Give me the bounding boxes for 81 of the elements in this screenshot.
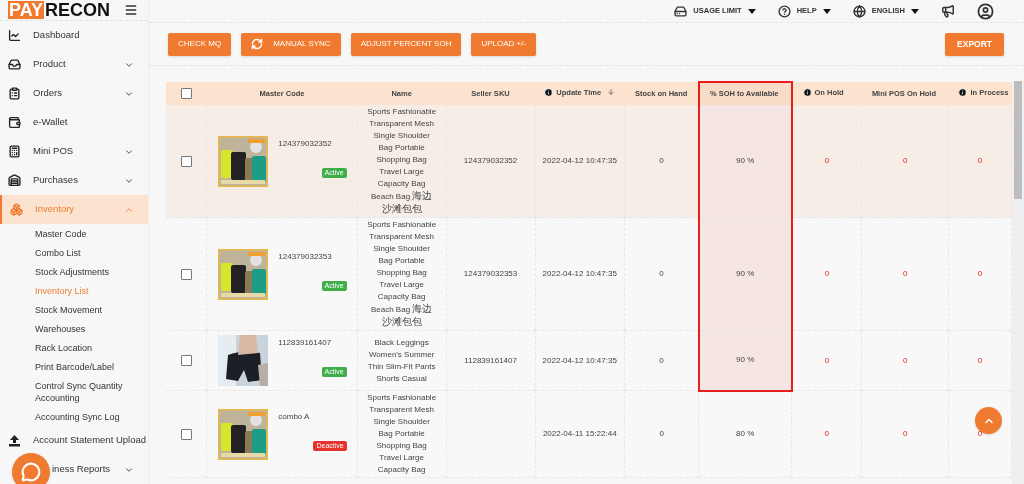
chat-icon	[21, 462, 41, 482]
submenu-item[interactable]: Master Code	[0, 224, 148, 243]
table-cell: 2022-04-12 10:47:35	[542, 156, 617, 165]
submenu-item[interactable]: Rack Location	[0, 338, 148, 357]
caret-icon	[747, 8, 756, 14]
table-cell: Sports Fashionable Transparent Mesh Single Shoulder Bag Portable Shopping Bag Travel Large Capacity Bag Beach Bag 海边沙滩包包	[367, 107, 437, 214]
sidebar-item[interactable]: Purchases	[0, 166, 148, 195]
table-cell: 0	[902, 429, 908, 438]
sidebar-item[interactable]: Product	[0, 50, 148, 79]
user-icon[interactable]	[977, 2, 994, 20]
table-cell: 2022-04-11 15:22:44	[542, 429, 617, 438]
table-cell: 0	[902, 156, 908, 165]
submenu-item[interactable]: Print Barcode/Label	[0, 357, 148, 376]
submenu-item[interactable]: Stock Adjustments	[0, 262, 148, 281]
upload-icon	[8, 434, 21, 447]
table-cell: 0	[977, 355, 983, 365]
submenu-item[interactable]: Control Sync Quantity Accounting	[0, 376, 148, 407]
table-cell: 0	[824, 355, 830, 365]
sidebar-item[interactable]: Dashboard	[0, 21, 148, 50]
chart-icon	[8, 29, 21, 42]
table-cell: 0	[824, 156, 830, 165]
tray-icon	[8, 58, 21, 71]
warehouse-icon	[8, 174, 21, 187]
globe-icon	[852, 4, 866, 18]
table-cell: 0	[902, 269, 908, 278]
sidebar-item[interactable]: iness Reports	[0, 455, 148, 484]
table-cell: 112839161407	[464, 355, 517, 365]
table-cell: 0	[659, 355, 664, 365]
submenu-item[interactable]: Warehouses	[0, 319, 148, 338]
boxes-icon	[10, 203, 23, 216]
logo: PAYRECON	[8, 1, 111, 19]
submenu-item[interactable]: Stock Movement	[0, 300, 148, 319]
table-cell: Sports Fashionable Transparent Mesh Single Shoulder Bag Portable Shopping Bag Travel Large Capacity Bag Beach Bag 海边沙滩包包	[367, 220, 437, 327]
table-cell: 0	[659, 429, 664, 438]
sidebar-item[interactable]: Mini POS	[0, 137, 148, 166]
master-code: 124379032352	[278, 137, 333, 150]
table-cell: 0	[902, 355, 908, 365]
table-cell: 2022-04-12 10:47:35	[542, 355, 617, 365]
megaphone-icon[interactable]	[941, 4, 955, 18]
checkbox[interactable]	[180, 88, 192, 99]
table-cell: 90 %	[736, 269, 755, 278]
sync-icon	[251, 38, 264, 50]
table-cell: 0	[824, 269, 830, 278]
submenu-item[interactable]: Combo List	[0, 243, 148, 262]
info-icon	[958, 87, 968, 97]
table-cell: 0	[659, 156, 664, 165]
table-cell: 0	[977, 156, 983, 165]
info-icon	[544, 87, 554, 97]
clipboard-icon	[8, 87, 21, 100]
checkbox[interactable]	[180, 428, 192, 440]
table-cell: 0	[977, 429, 983, 438]
table-cell: 124379032352	[463, 156, 518, 165]
master-code: combo A	[278, 410, 311, 423]
table-cell: 0	[977, 269, 983, 278]
table-cell: 0	[659, 269, 664, 278]
help-icon	[777, 4, 791, 18]
checkbox[interactable]	[180, 155, 192, 167]
checkbox[interactable]	[180, 268, 192, 280]
wallet-icon	[8, 116, 21, 129]
sidebar-item[interactable]: Orders	[0, 79, 148, 108]
sidebar-item[interactable]: Account Statement Upload	[0, 426, 148, 455]
sort-arrow-icon[interactable]	[607, 88, 616, 97]
table-cell: 80 %	[736, 429, 755, 439]
checkbox[interactable]	[180, 355, 192, 366]
caret-icon	[822, 8, 831, 14]
caret-icon	[911, 8, 919, 14]
table-cell: 2022-04-12 10:47:35	[542, 269, 617, 278]
master-code: 124379032353	[278, 250, 333, 263]
master-code: 112839161407	[278, 337, 333, 349]
table-cell: 0	[824, 429, 829, 438]
table-cell: 124379032353	[463, 269, 518, 278]
table-cell: 90 %	[736, 156, 755, 165]
table-cell: 90 %	[736, 355, 755, 365]
drive-icon	[674, 4, 688, 18]
table-cell: Black Leggings Women's Summer Thin Slim-Fit Pants Shorts Casual	[367, 337, 436, 383]
submenu-item[interactable]: Accounting Sync Log	[0, 407, 148, 426]
info-icon	[802, 87, 812, 97]
sidebar-item[interactable]: e-Wallet	[0, 108, 148, 137]
table-cell: Sports Fashionable Transparent Mesh Single Shoulder Bag Portable Shopping Bag Travel Large Capacity Bag	[367, 393, 437, 474]
register-icon	[8, 145, 21, 158]
menu-icon[interactable]	[124, 3, 138, 17]
